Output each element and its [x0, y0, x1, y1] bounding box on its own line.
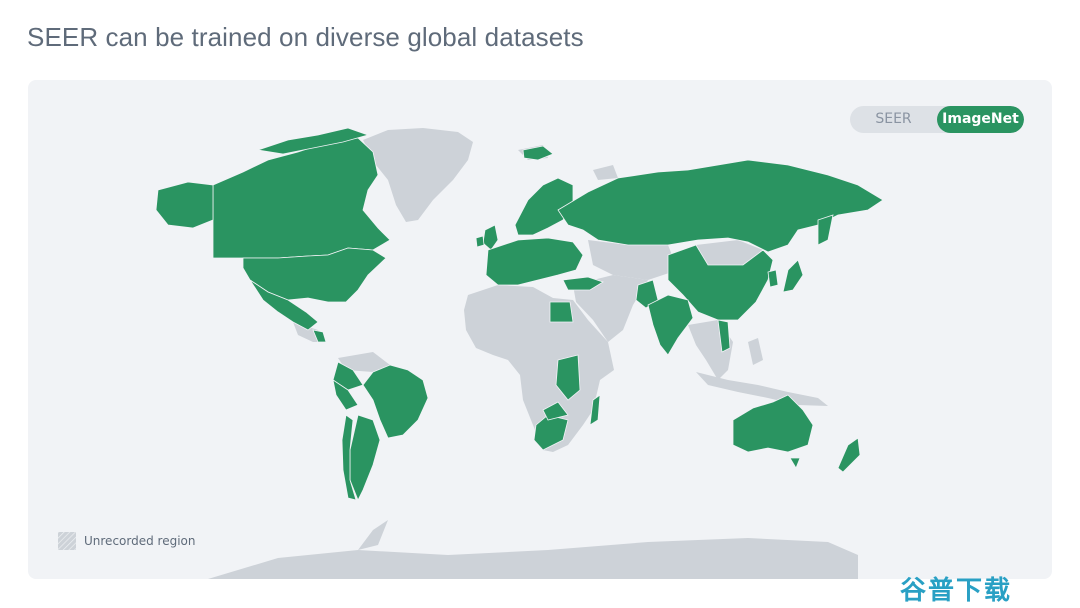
region-new-zealand [837, 437, 861, 473]
region-korea [767, 269, 779, 288]
region-kamchatka [817, 214, 834, 246]
region-philippines [748, 338, 763, 365]
region-arctic-islands [593, 165, 618, 180]
region-ireland [475, 235, 485, 248]
map-legend: Unrecorded region [58, 532, 196, 550]
region-indonesia [696, 372, 828, 406]
dataset-toggle[interactable]: SEER ImageNet [850, 106, 1024, 133]
world-map [155, 127, 884, 579]
region-antarctica [208, 538, 858, 579]
region-alaska [155, 181, 214, 229]
toggle-option-imagenet[interactable]: ImageNet [937, 106, 1024, 133]
region-canada [212, 137, 391, 259]
hatched-swatch-icon [58, 532, 76, 550]
region-india [647, 294, 694, 356]
region-tasmania [789, 457, 801, 469]
region-greenland [363, 128, 473, 222]
region-japan [782, 259, 804, 293]
page: SEER can be trained on diverse global da… [0, 0, 1080, 608]
region-argentina [349, 414, 381, 501]
region-europe [485, 237, 584, 286]
legend-label: Unrecorded region [84, 534, 196, 548]
region-antarctic-peninsula [358, 520, 388, 550]
region-central-asia [588, 240, 678, 280]
region-egypt [549, 301, 574, 323]
page-title: SEER can be trained on diverse global da… [27, 22, 584, 52]
region-united-kingdom [482, 224, 499, 251]
world-map-card: SEER ImageNet Unrecorded region [28, 80, 1052, 579]
watermark: 谷普下载 [900, 576, 1013, 606]
toggle-option-seer[interactable]: SEER [850, 106, 937, 133]
